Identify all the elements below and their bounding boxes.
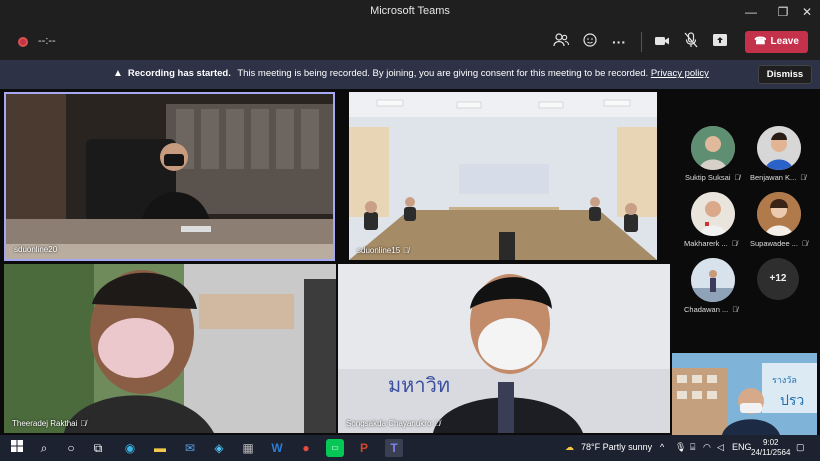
powerpoint-icon[interactable]: P — [355, 439, 373, 457]
video-feed: รางวัล ปรว — [672, 353, 817, 435]
search-icon[interactable]: ⌕ — [35, 439, 53, 457]
teams-icon[interactable]: T — [385, 439, 403, 457]
file-explorer-icon[interactable]: ▬ — [151, 439, 169, 457]
calculator-icon[interactable]: ▦ — [239, 439, 257, 457]
photos-icon[interactable]: ◈ — [210, 439, 228, 457]
video-feed — [349, 92, 657, 260]
svg-text:ปรว: ปรว — [780, 393, 804, 409]
self-view[interactable]: รางวัล ปรว — [672, 353, 817, 435]
video-stage: sduonline20 sduonline15 🎙̸ Theeradej Rak… — [0, 89, 820, 435]
video-tile-sduonline20[interactable]: sduonline20 — [4, 92, 335, 261]
clock[interactable]: 9:02 24/11/2564 — [751, 438, 790, 458]
dismiss-button[interactable]: Dismiss — [758, 65, 812, 84]
recording-icon — [18, 37, 28, 47]
avatar[interactable] — [757, 126, 801, 170]
reactions-icon[interactable] — [580, 32, 600, 52]
warning-icon: ▲ — [113, 68, 123, 79]
maximize-icon[interactable]: ❐ — [772, 3, 794, 21]
camera-icon[interactable] — [652, 32, 672, 52]
word-icon[interactable]: W — [268, 439, 286, 457]
share-screen-icon[interactable] — [710, 32, 730, 52]
notifications-icon[interactable]: ▢ — [796, 442, 805, 453]
video-feed — [6, 94, 333, 259]
participant-name: Chadawan ... 🎙̸ — [684, 305, 738, 314]
participant-name: Benjawan K... 🎙̸ — [750, 173, 806, 182]
toolbar-divider — [641, 32, 642, 52]
meeting-timer: --:-- — [38, 35, 56, 47]
mic-muted-icon: 🎙̸ — [731, 239, 738, 248]
phone-hangup-icon: ☎ — [754, 36, 767, 47]
people-icon[interactable] — [551, 32, 571, 52]
participant-name: Makharerk ... 🎙̸ — [684, 239, 738, 248]
recording-banner: ▲ Recording has started. This meeting is … — [0, 60, 820, 89]
participant-name: Songsakda Chayanukro 🎙̸ — [346, 419, 441, 428]
meeting-toolbar: --:-- ··· ☎ Leave — [0, 24, 820, 60]
participant-name: Suktip Suksai 🎙̸ — [685, 173, 741, 182]
participant-name: sduonline20 — [14, 245, 58, 254]
network-icon[interactable]: ⌸ — [690, 442, 695, 453]
minimize-icon[interactable]: — — [740, 3, 762, 21]
mic-muted-icon: 🎙̸ — [434, 419, 441, 428]
svg-text:รางวัล: รางวัล — [772, 376, 797, 386]
participant-name: sduonline15 🎙̸ — [357, 246, 410, 255]
mic-muted-icon[interactable] — [681, 32, 701, 52]
avatar[interactable] — [691, 192, 735, 236]
banner-message: ▲ Recording has started. This meeting is … — [113, 68, 709, 79]
video-tile-sduonline15[interactable]: sduonline15 🎙̸ — [349, 92, 657, 260]
windows-start-icon[interactable] — [8, 439, 26, 457]
task-view-icon[interactable]: ⧉ — [89, 439, 107, 457]
video-feed — [4, 264, 336, 433]
participant-name: Theeradej Rakthai 🎙̸ — [12, 419, 87, 428]
participant-name: Supawadee ... 🎙̸ — [750, 239, 808, 248]
close-icon[interactable]: ✕ — [796, 3, 818, 21]
volume-icon[interactable]: ◁ — [717, 442, 724, 453]
edge-icon[interactable]: ◉ — [121, 439, 139, 457]
avatar[interactable] — [757, 192, 801, 236]
mic-muted-icon: 🎙̸ — [734, 173, 741, 182]
language-indicator[interactable]: ENG — [732, 442, 752, 452]
svg-text:มหาวิท: มหาวิท — [388, 373, 450, 397]
video-feed: มหาวิท — [338, 264, 670, 433]
weather-icon: ☁ — [565, 442, 574, 452]
privacy-policy-link[interactable]: Privacy policy — [651, 68, 709, 79]
avatar[interactable] — [691, 126, 735, 170]
mic-muted-icon: 🎙̸ — [800, 173, 806, 182]
title-bar: Microsoft Teams — ❐ ✕ — [0, 0, 820, 24]
avatar[interactable] — [691, 258, 735, 302]
leave-button[interactable]: ☎ Leave — [745, 31, 808, 53]
more-participants-button[interactable]: +12 — [757, 258, 799, 300]
mic-muted-icon: 🎙̸ — [732, 305, 738, 314]
line-icon[interactable]: ▭ — [326, 439, 344, 457]
mic-tray-icon[interactable]: 🎙 — [675, 442, 686, 453]
mic-muted-icon: 🎙̸ — [801, 239, 808, 248]
mic-muted-icon: 🎙̸ — [80, 419, 87, 428]
wifi-icon[interactable]: ◠ — [703, 442, 711, 453]
video-tile-theeradej-rakthai[interactable]: Theeradej Rakthai 🎙̸ — [4, 264, 336, 433]
window-title: Microsoft Teams — [370, 5, 450, 17]
chrome-icon[interactable]: ● — [297, 439, 315, 457]
cortana-icon[interactable]: ○ — [62, 439, 80, 457]
mail-icon[interactable]: ✉ — [181, 439, 199, 457]
mic-muted-icon: 🎙̸ — [403, 246, 410, 255]
weather-widget[interactable]: 78°F Partly sunny — [581, 442, 652, 452]
taskbar: ⌕ ○ ⧉ ◉ ▬ ✉ ◈ ▦ W ● ▭ P T ☁ 78°F Partly … — [0, 435, 820, 461]
chevron-up-icon[interactable]: ^ — [660, 442, 664, 452]
more-options-icon[interactable]: ··· — [609, 32, 629, 52]
video-tile-songsakda-chayanukro[interactable]: มหาวิท Songsakda Chayanukro 🎙̸ — [338, 264, 670, 433]
